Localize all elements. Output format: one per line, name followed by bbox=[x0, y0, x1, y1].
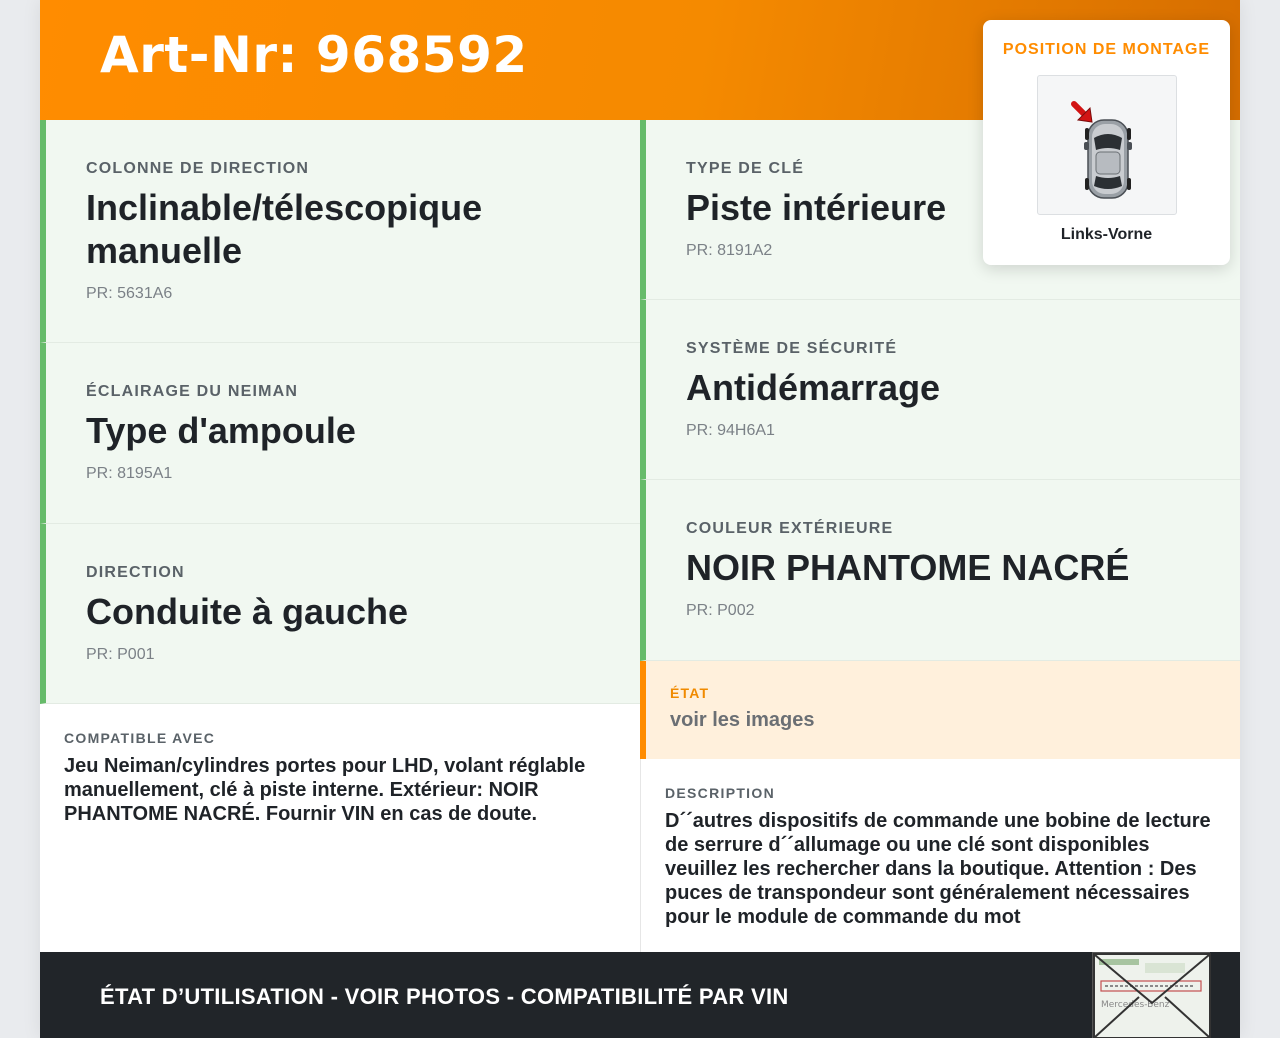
spec-pr-code: PR: 5631A6 bbox=[86, 285, 173, 302]
spec-value: NOIR PHANTOME NACRÉ bbox=[686, 547, 1130, 588]
description-text: D´´autres dispositifs de commande une bo… bbox=[665, 810, 1211, 928]
spec-value: Inclinable/télescopique manuelle bbox=[86, 187, 483, 271]
car-top-view-icon bbox=[1071, 101, 1132, 199]
footer-bar: ÉTAT D’UTILISATION - VOIR PHOTOS - COMPA… bbox=[40, 952, 1240, 1038]
mounting-position-image[interactable] bbox=[1037, 75, 1177, 215]
spec-label: DIRECTION bbox=[86, 564, 185, 581]
mounting-position-title: POSITION DE MONTAGE bbox=[1002, 41, 1211, 58]
spec-ignition-lighting: ÉCLAIRAGE DU NEIMAN Type d'ampoule PR: 8… bbox=[40, 343, 640, 524]
spec-pr-code: PR: P001 bbox=[86, 646, 155, 663]
product-sheet: Art-Nr: 968592 COLONNE DE DIRECTION Incl… bbox=[40, 0, 1240, 1038]
spec-driving-side: DIRECTION Conduite à gauche PR: P001 bbox=[40, 524, 640, 704]
spec-pr-code: PR: 94H6A1 bbox=[686, 422, 775, 439]
condition-box: ÉTAT voir les images bbox=[640, 661, 1240, 759]
compatible-box: COMPATIBLE AVEC Jeu Neiman/cylindres por… bbox=[40, 704, 640, 952]
spec-label: ÉCLAIRAGE DU NEIMAN bbox=[86, 383, 299, 400]
description-box: DESCRIPTION D´´autres dispositifs de com… bbox=[640, 759, 1240, 953]
spec-value: Antidémarrage bbox=[686, 367, 941, 408]
condition-label: ÉTAT bbox=[670, 685, 710, 701]
footer-text: ÉTAT D’UTILISATION - VOIR PHOTOS - COMPA… bbox=[100, 984, 789, 1009]
spec-exterior-color: COULEUR EXTÉRIEURE NOIR PHANTOME NACRÉ P… bbox=[640, 480, 1240, 661]
spec-pr-code: PR: 8195A1 bbox=[86, 465, 173, 482]
spec-label: COULEUR EXTÉRIEURE bbox=[686, 520, 894, 537]
compatible-label: COMPATIBLE AVEC bbox=[64, 730, 216, 746]
left-column: COLONNE DE DIRECTION Inclinable/télescop… bbox=[40, 120, 640, 952]
mounting-position-caption: Links-Vorne bbox=[1060, 226, 1153, 243]
document-envelope-icon: Mercedes-Benz bbox=[1093, 953, 1211, 1038]
document-envelope-thumbnail[interactable]: Mercedes-Benz bbox=[1092, 952, 1211, 1038]
condition-value: voir les images bbox=[670, 709, 815, 731]
compatible-text: Jeu Neiman/cylindres portes pour LHD, vo… bbox=[64, 755, 586, 825]
spec-security-system: SYSTÈME DE SÉCURITÉ Antidémarrage PR: 94… bbox=[640, 300, 1240, 480]
red-arrow-icon bbox=[1071, 101, 1093, 123]
spec-value: Type d'ampoule bbox=[86, 410, 356, 451]
spec-pr-code: PR: P002 bbox=[686, 602, 755, 619]
article-number-title: Art-Nr: 968592 bbox=[100, 26, 528, 84]
spec-label: COLONNE DE DIRECTION bbox=[86, 160, 310, 177]
spec-label: SYSTÈME DE SÉCURITÉ bbox=[686, 340, 898, 357]
spec-value: Conduite à gauche bbox=[86, 591, 409, 632]
spec-steering-column: COLONNE DE DIRECTION Inclinable/télescop… bbox=[40, 120, 640, 343]
description-label: DESCRIPTION bbox=[665, 785, 775, 801]
mounting-position-card: POSITION DE MONTAGE Links-Vorne bbox=[983, 20, 1230, 265]
